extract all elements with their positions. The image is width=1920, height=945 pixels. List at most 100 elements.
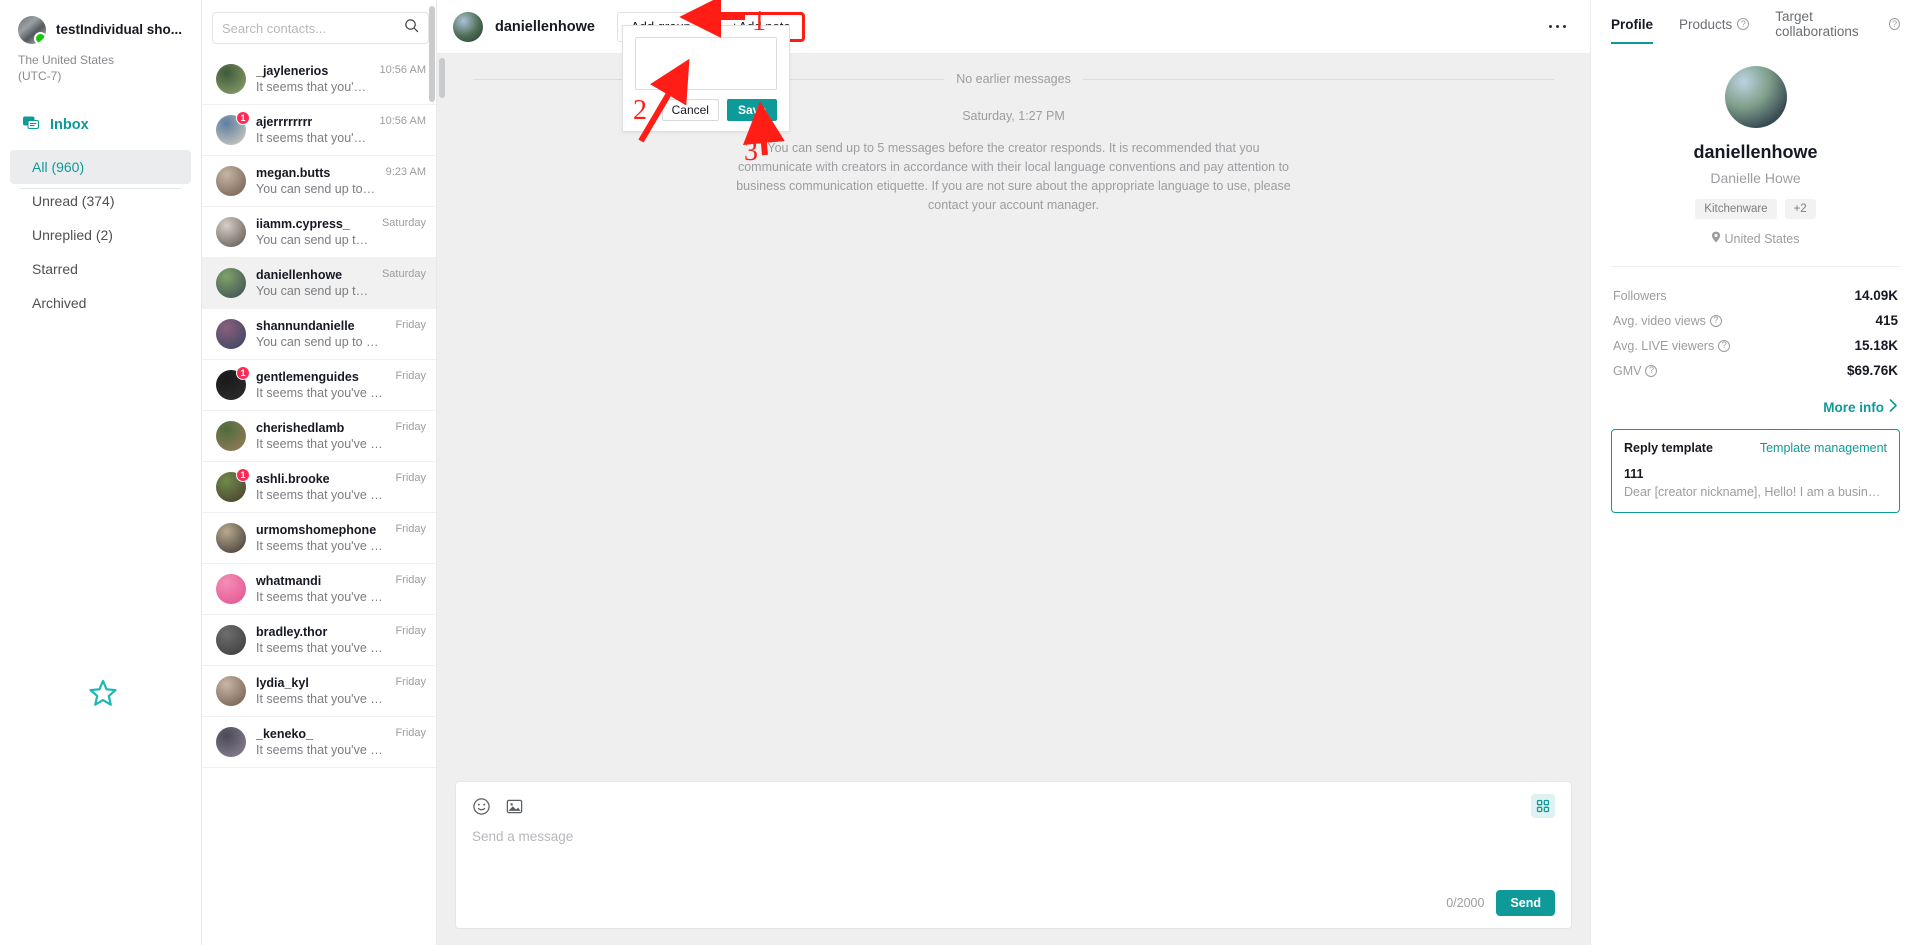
- contact-row[interactable]: megan.buttsYou can send up to 5 messag..…: [202, 156, 436, 207]
- contact-row[interactable]: _jayleneriosIt seems that you've sent to…: [202, 54, 436, 105]
- profile-tag-category[interactable]: Kitchenware: [1695, 199, 1777, 219]
- contact-text: _jayleneriosIt seems that you've sent to…: [256, 63, 370, 96]
- nav-item-unreplied[interactable]: Unreplied (2): [10, 218, 191, 252]
- stat-row-avg-live-viewers: Avg. LIVE viewers ? 15.18K: [1613, 333, 1898, 358]
- nav-item-unread-label: Unread (374): [32, 193, 115, 209]
- contact-name: urmomshomephone: [256, 522, 377, 537]
- contact-row[interactable]: whatmandiIt seems that you've sent too .…: [202, 564, 436, 615]
- note-actions: Cancel Save: [635, 99, 777, 121]
- stat-value-followers: 14.09K: [1854, 288, 1898, 303]
- stat-value-avg-video-views: 415: [1875, 313, 1898, 328]
- shop-name: testIndividual sho...: [56, 22, 183, 37]
- contact-name: iiamm.cypress_: [256, 216, 350, 231]
- contact-timestamp: Friday: [395, 472, 426, 484]
- note-cancel-button[interactable]: Cancel: [661, 99, 719, 121]
- tab-profile[interactable]: Profile: [1611, 14, 1654, 44]
- search-icon[interactable]: [404, 18, 419, 38]
- contact-avatar-image: [216, 64, 246, 94]
- contact-row[interactable]: daniellenhoweYou can send up to 5 messag…: [202, 258, 436, 309]
- shop-identity[interactable]: testIndividual sho...: [0, 14, 201, 44]
- template-management-link[interactable]: Template management: [1760, 441, 1887, 455]
- help-circle-icon[interactable]: ?: [1645, 364, 1658, 377]
- contact-text: shannundanielleYou can send up to 5 mess…: [256, 318, 385, 351]
- character-counter: 0/2000: [1446, 896, 1485, 910]
- contact-name: shannundanielle: [256, 318, 355, 333]
- contact-preview: You can send up to 5 messag...: [256, 232, 372, 247]
- contact-row[interactable]: iiamm.cypress_You can send up to 5 messa…: [202, 207, 436, 258]
- nav-item-archived[interactable]: Archived: [10, 286, 191, 320]
- shop-region: The United States (UTC-7): [0, 44, 201, 84]
- image-upload-icon[interactable]: [505, 797, 524, 816]
- help-circle-icon[interactable]: ?: [1718, 339, 1731, 352]
- contact-timestamp: Friday: [395, 676, 426, 688]
- stat-label-avg-live-viewers: Avg. LIVE viewers ?: [1613, 339, 1731, 353]
- contact-avatar: [216, 217, 246, 247]
- contact-preview: It seems that you've sent too ...: [256, 538, 385, 553]
- contact-row[interactable]: urmomshomephoneIt seems that you've sent…: [202, 513, 436, 564]
- help-circle-icon[interactable]: ?: [1889, 18, 1900, 30]
- contact-row[interactable]: lydia_kylIt seems that you've sent too .…: [202, 666, 436, 717]
- contact-row[interactable]: _keneko_It seems that you've sent too ..…: [202, 717, 436, 768]
- contact-timestamp: Friday: [395, 727, 426, 739]
- contact-text: lydia_kylIt seems that you've sent too .…: [256, 675, 385, 708]
- contact-timestamp: Friday: [395, 625, 426, 637]
- contact-row[interactable]: bradley.thorIt seems that you've sent to…: [202, 615, 436, 666]
- contact-row[interactable]: shannundanielleYou can send up to 5 mess…: [202, 309, 436, 360]
- contact-avatar-image: [216, 268, 246, 298]
- contact-avatar-image: [216, 625, 246, 655]
- contact-list-scrollbar[interactable]: [429, 6, 435, 102]
- nav-item-all-label: All (960): [32, 159, 85, 175]
- search-box[interactable]: [212, 12, 429, 44]
- contact-timestamp: Friday: [395, 370, 426, 382]
- help-circle-icon[interactable]: ?: [1709, 314, 1722, 327]
- contact-row[interactable]: 1 gentlemenguidesIt seems that you've sen…: [202, 360, 436, 411]
- emoji-smiley-icon[interactable]: [472, 797, 491, 816]
- contact-name: _jaylenerios: [256, 63, 329, 78]
- nav-item-all[interactable]: All (960): [10, 150, 191, 189]
- nav-item-starred[interactable]: Starred: [10, 252, 191, 286]
- contact-text: bradley.thorIt seems that you've sent to…: [256, 624, 385, 657]
- tab-target-collaborations[interactable]: Target collaborations ?: [1775, 9, 1900, 44]
- contact-avatar-image: [216, 676, 246, 706]
- profile-tag-more[interactable]: +2: [1784, 199, 1816, 219]
- message-composer[interactable]: Send a message 0/2000 Send: [455, 781, 1572, 929]
- send-button[interactable]: Send: [1496, 890, 1555, 916]
- left-navigation: testIndividual sho... The United States …: [0, 0, 202, 945]
- contact-timestamp: Saturday: [381, 268, 426, 280]
- contact-row[interactable]: 1 ajerrrrrrrrIt seems that you've sent to…: [202, 105, 436, 156]
- contact-row[interactable]: 1 ashli.brookeIt seems that you've sent t…: [202, 462, 436, 513]
- conversation-avatar: [453, 11, 483, 42]
- add-note-popover[interactable]: Cancel Save: [622, 25, 790, 132]
- contact-text: ajerrrrrrrrIt seems that you've sent too…: [256, 114, 370, 147]
- star-icon: [88, 678, 118, 713]
- note-textarea[interactable]: [635, 37, 777, 90]
- nav-inbox-label: Inbox: [50, 117, 89, 133]
- stat-value-gmv: $69.76K: [1846, 363, 1898, 378]
- search-input[interactable]: [222, 20, 398, 36]
- nav-inbox[interactable]: Inbox: [0, 110, 201, 140]
- contact-preview: It seems that you've sent too ...: [256, 436, 385, 451]
- note-save-button[interactable]: Save: [726, 99, 777, 121]
- contact-name: bradley.thor: [256, 624, 328, 639]
- contact-name: ashli.brooke: [256, 471, 330, 486]
- nav-item-unread[interactable]: Unread (374): [10, 184, 191, 218]
- contact-row[interactable]: cherishedlambIt seems that you've sent t…: [202, 411, 436, 462]
- message-input[interactable]: Send a message: [472, 829, 1555, 890]
- contact-name: daniellenhowe: [256, 267, 343, 282]
- contact-avatar-image: [216, 217, 246, 247]
- reply-template-body: Dear [creator nickname], Hello! I am a b…: [1624, 485, 1887, 499]
- more-info-link[interactable]: More info: [1591, 383, 1920, 415]
- contact-rows[interactable]: _jaylenerios It seems that you've sent to…: [202, 54, 436, 945]
- conversation-body: No earlier messages Saturday, 1:27 PM Yo…: [437, 54, 1590, 781]
- help-circle-icon[interactable]: ?: [1737, 18, 1750, 30]
- quick-reply-grid-icon[interactable]: [1531, 794, 1555, 818]
- contact-text: megan.buttsYou can send up to 5 messag..…: [256, 165, 376, 198]
- more-horizontal-icon[interactable]: [1543, 19, 1573, 35]
- contact-text: iiamm.cypress_You can send up to 5 messa…: [256, 216, 372, 249]
- contact-avatar-image: [216, 523, 246, 553]
- reply-template-card[interactable]: Reply template Template management 111 D…: [1611, 429, 1900, 513]
- contact-avatar-image: [216, 421, 246, 451]
- stat-value-avg-live-viewers: 15.18K: [1854, 338, 1898, 353]
- stat-label-text: GMV: [1613, 363, 1642, 378]
- tab-products[interactable]: Products ?: [1679, 14, 1750, 44]
